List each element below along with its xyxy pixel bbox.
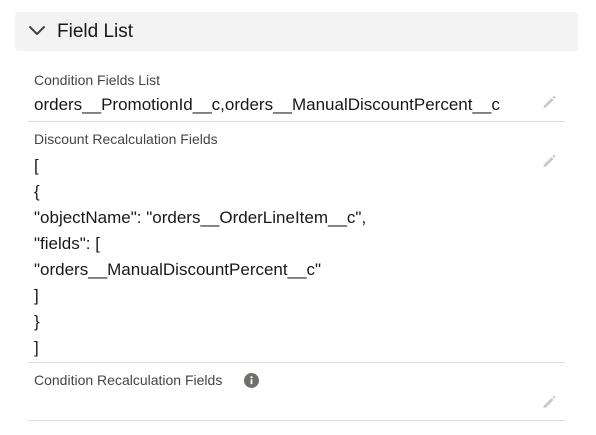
info-icon[interactable]	[244, 373, 259, 388]
pencil-edit-icon[interactable]	[541, 394, 557, 410]
value-line: ]	[34, 286, 39, 305]
field-condition-recalculation-fields: Condition Recalculation Fields	[28, 363, 565, 421]
value-line: "objectName": "orders__OrderLineItem__c"…	[34, 208, 367, 227]
field-value-multiline: [ { "objectName": "orders__OrderLineItem…	[34, 153, 366, 361]
value-line: }	[34, 312, 40, 331]
field-label: Discount Recalculation Fields	[34, 131, 218, 147]
field-value: orders__PromotionId__c,orders__ManualDis…	[34, 95, 500, 114]
value-line: "orders__ManualDiscountPercent__c"	[34, 260, 322, 279]
value-line: [	[34, 156, 39, 175]
chevron-down-icon[interactable]	[28, 24, 46, 38]
pencil-edit-icon[interactable]	[541, 94, 557, 110]
field-condition-fields-list: Condition Fields List orders__PromotionI…	[28, 62, 565, 122]
value-line: {	[34, 182, 40, 201]
value-line: ]	[34, 338, 39, 357]
section-title[interactable]: Field List	[57, 21, 133, 43]
pencil-edit-icon[interactable]	[541, 153, 557, 169]
field-discount-recalculation-fields: Discount Recalculation Fields [ { "objec…	[28, 122, 565, 363]
value-line: "fields": [	[34, 234, 100, 253]
field-label: Condition Recalculation Fields	[34, 372, 223, 388]
field-label: Condition Fields List	[34, 72, 161, 88]
